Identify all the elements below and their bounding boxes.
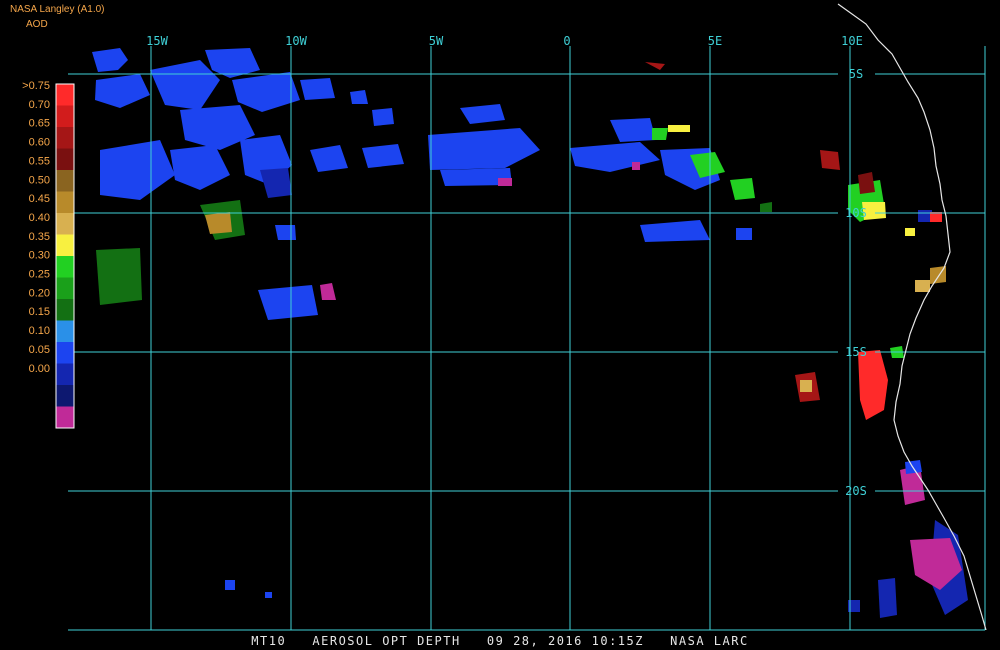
legend-swatch (56, 256, 74, 278)
observation-date: 09 28, 2016 (486, 634, 583, 648)
lon-label-15w: 15W (146, 34, 168, 48)
product-name: AEROSOL OPT DEPTH (312, 634, 461, 648)
legend-label: 0.70 (29, 99, 50, 111)
legend-swatch (56, 363, 74, 385)
legend-label: 0.65 (29, 118, 50, 130)
legend-label: 0.50 (29, 174, 50, 186)
legend-swatch (56, 234, 74, 256)
legend-swatch (56, 105, 74, 127)
legend-swatch (56, 148, 74, 170)
legend-swatch (56, 406, 74, 428)
lon-label-5e: 5E (708, 34, 722, 48)
legend-swatch (56, 385, 74, 407)
legend-swatch (56, 342, 74, 364)
legend-swatch (56, 127, 74, 149)
legend-swatch (56, 213, 74, 235)
lon-label-5w: 5W (429, 34, 444, 48)
legend-swatch (56, 191, 74, 213)
legend-label: 0.30 (29, 250, 50, 262)
legend-swatch (56, 84, 74, 106)
satellite-id: MT10 (251, 634, 287, 648)
legend-label: 0.05 (29, 344, 50, 356)
legend-label: 0.55 (29, 155, 50, 167)
lat-label-10s: 10S (845, 206, 867, 220)
color-legend: >0.75 0.70 0.65 0.60 0.55 0.50 0.45 0.40 0.35 0.3… (22, 80, 75, 429)
legend-label: 0.35 (29, 231, 50, 243)
lat-label-15s: 15S (845, 345, 867, 359)
lat-label-20s: 20S (845, 484, 867, 498)
legend-label: 0.45 (29, 193, 50, 205)
observation-time: 10:15Z (591, 634, 644, 648)
legend-label: >0.75 (22, 80, 50, 92)
legend-label: 0.20 (29, 287, 50, 299)
lon-label-10w: 10W (285, 34, 307, 48)
legend-label: 0.10 (29, 325, 50, 337)
credit: NASA LARC (670, 634, 749, 648)
aod-map: 15W 10W 5W 0 5E 10E 5S 10S 15S 20S (0, 0, 1000, 650)
legend-swatch (56, 277, 74, 299)
legend-swatch (56, 299, 74, 321)
footer-caption: MT10 AEROSOL OPT DEPTH 09 28, 2016 10:15… (0, 634, 1000, 648)
lon-label-0: 0 (563, 34, 570, 48)
legend-label: 0.15 (29, 306, 50, 318)
legend-label: 0.40 (29, 212, 50, 224)
legend-label: 0.00 (29, 363, 50, 375)
lat-label-5s: 5S (849, 67, 863, 81)
legend-label: 0.60 (29, 137, 50, 149)
legend-label: 0.25 (29, 269, 50, 281)
lon-label-10e: 10E (841, 34, 863, 48)
legend-swatch (56, 320, 74, 342)
legend-swatch (56, 170, 74, 192)
